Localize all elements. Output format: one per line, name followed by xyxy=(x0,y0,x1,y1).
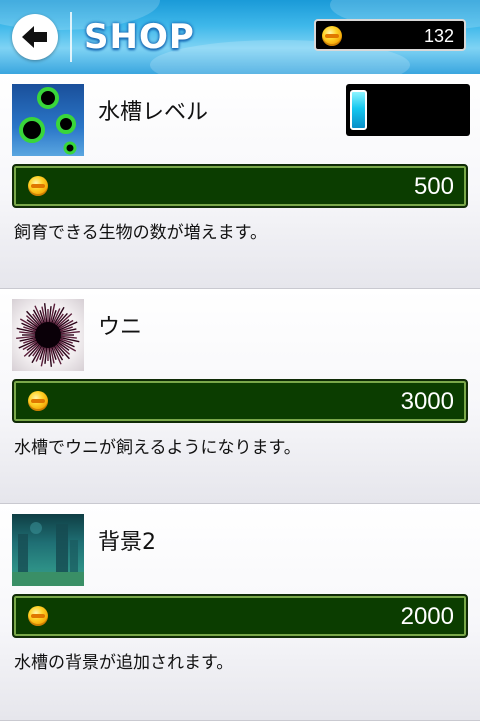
coin-icon xyxy=(28,391,48,411)
buy-button[interactable]: 2000 xyxy=(12,594,468,638)
page-title: SHOP xyxy=(84,17,195,57)
item-description: 水槽でウニが飼えるようになります。 xyxy=(14,438,301,458)
tank-level-fill xyxy=(350,90,367,130)
item-price: 500 xyxy=(413,173,454,200)
back-button[interactable] xyxy=(12,14,58,60)
buy-button[interactable]: 3000 xyxy=(12,379,468,423)
header-divider xyxy=(70,12,72,62)
green-bubbles-icon xyxy=(12,84,84,156)
shop-header: SHOP 132 xyxy=(0,0,480,74)
coin-icon xyxy=(322,26,342,46)
back-arrow-icon xyxy=(22,26,47,48)
underwater-background-icon xyxy=(12,514,84,586)
shop-item-background-2[interactable]: 背景2 2000 水槽の背景が追加されます。 xyxy=(0,504,480,721)
item-description: 水槽の背景が追加されます。 xyxy=(14,653,234,673)
item-price: 2000 xyxy=(400,603,454,630)
sea-urchin-icon xyxy=(12,299,84,371)
item-description: 飼育できる生物の数が増えます。 xyxy=(14,223,267,243)
item-name: 背景2 xyxy=(98,530,156,555)
coin-balance: 132 xyxy=(314,19,466,51)
shop-item-sea-urchin[interactable]: ウニ 3000 水槽でウニが飼えるようになります。 xyxy=(0,289,480,504)
item-name: ウニ xyxy=(98,315,143,340)
coin-icon xyxy=(28,606,48,626)
coin-count: 132 xyxy=(423,26,454,46)
item-name: 水槽レベル xyxy=(98,100,209,125)
buy-button[interactable]: 500 xyxy=(12,164,468,208)
shop-item-tank-level[interactable]: 水槽レベル 500 飼育できる生物の数が増えます。 xyxy=(0,74,480,289)
item-price: 3000 xyxy=(400,388,454,415)
tank-level-meter xyxy=(346,84,470,136)
coin-icon xyxy=(28,176,48,196)
